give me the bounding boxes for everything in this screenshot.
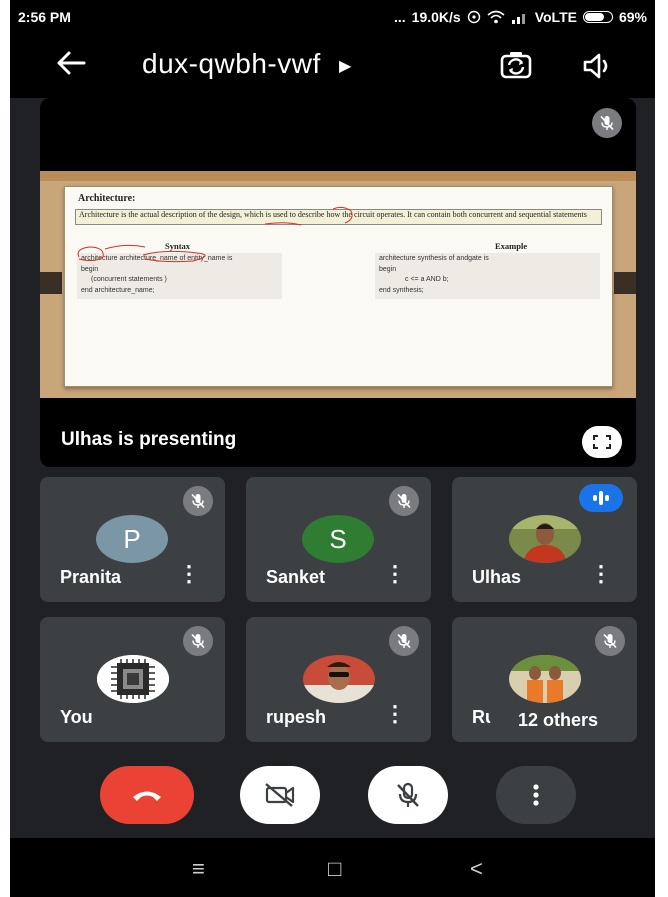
participant-tile-you[interactable]: You	[40, 617, 225, 742]
presentation-stage[interactable]: Architecture: Architecture is the actual…	[40, 98, 636, 467]
more-options-icon[interactable]: ⋮	[384, 561, 406, 587]
camera-off-icon	[265, 783, 295, 807]
back-nav-icon[interactable]: <	[470, 856, 483, 882]
mic-off-icon	[592, 108, 622, 138]
caret-right-icon: ▶	[339, 57, 352, 75]
end-call-button[interactable]	[100, 766, 194, 824]
avatar-photo	[303, 655, 375, 703]
mic-off-icon	[389, 486, 419, 516]
wifi-icon	[487, 10, 505, 24]
battery-icon	[582, 11, 613, 23]
network-speed: 19.0K/s	[411, 9, 461, 25]
microphone-toggle-button[interactable]	[368, 766, 448, 824]
slide-frame-left	[40, 272, 62, 294]
meeting-top-bar: dux-qwbh-vwf ▶	[10, 34, 655, 98]
speaker-icon[interactable]	[580, 50, 616, 82]
status-time: 2:56 PM	[18, 9, 71, 25]
status-bar: 2:56 PM ... 19.0K/s VoLTE 69%	[10, 0, 655, 34]
signal-icon	[511, 13, 525, 24]
status-dots: ...	[393, 9, 406, 25]
camera-toggle-button[interactable]	[240, 766, 320, 824]
participant-tile-pranita[interactable]: P Pranita ⋮	[40, 477, 225, 602]
more-options-button[interactable]	[496, 766, 576, 824]
system-nav-bar: ≡ □ <	[10, 838, 655, 897]
home-nav-icon[interactable]: □	[328, 856, 341, 882]
fullscreen-icon	[593, 435, 611, 449]
pen-annotations	[77, 206, 353, 263]
others-count-chip[interactable]: 12 others	[490, 704, 626, 736]
more-options-icon[interactable]: ⋮	[384, 701, 406, 727]
mic-off-icon	[183, 626, 213, 656]
participant-name: Ulhas	[472, 567, 522, 587]
recents-nav-icon[interactable]: ≡	[192, 856, 205, 882]
meeting-code-button[interactable]: dux-qwbh-vwf ▶	[142, 48, 352, 80]
shared-slide: Architecture: Architecture is the actual…	[40, 171, 636, 398]
participant-name: Sanket	[266, 567, 326, 587]
meeting-code: dux-qwbh-vwf	[142, 48, 321, 79]
presenting-label: Ulhas is presenting	[61, 429, 237, 450]
participant-tile-ulhas[interactable]: Ulhas ⋮	[452, 477, 637, 602]
switch-camera-icon[interactable]	[498, 50, 534, 82]
hotspot-icon	[467, 10, 480, 24]
avatar: S	[302, 515, 374, 563]
slide-paper: Architecture: Architecture is the actual…	[64, 186, 613, 387]
more-options-icon[interactable]: ⋮	[590, 561, 612, 587]
end-call-icon	[133, 791, 161, 801]
network-type: VoLTE	[534, 9, 577, 25]
mic-off-icon	[397, 782, 419, 807]
participant-tile-others[interactable]: Ru 12 others	[452, 617, 637, 742]
avatar-photo	[509, 515, 581, 563]
participant-tile-rupesh[interactable]: rupesh ⋮	[246, 617, 431, 742]
participant-name: You	[60, 707, 93, 727]
participant-tile-sanket[interactable]: S Sanket ⋮	[246, 477, 431, 602]
mic-off-icon	[595, 626, 625, 656]
avatar-chip-image	[97, 655, 169, 703]
avatar-photo	[509, 655, 581, 703]
back-arrow-icon[interactable]	[54, 46, 94, 86]
more-options-icon	[533, 784, 539, 806]
speaking-indicator-icon	[579, 484, 623, 512]
avatar: P	[96, 515, 168, 563]
mic-off-icon	[183, 486, 213, 516]
status-indicators: ... 19.0K/s VoLTE 69%	[394, 9, 647, 25]
participant-name: rupesh	[266, 707, 327, 727]
more-options-icon[interactable]: ⋮	[178, 561, 200, 587]
slide-frame-right	[614, 272, 636, 294]
fullscreen-button[interactable]	[582, 426, 622, 458]
mic-off-icon	[389, 626, 419, 656]
participant-name: Pranita	[60, 567, 122, 587]
phone-screen: 2:56 PM ... 19.0K/s VoLTE 69% dux-qwbh-v…	[10, 0, 655, 897]
battery-percent: 69%	[618, 9, 647, 25]
